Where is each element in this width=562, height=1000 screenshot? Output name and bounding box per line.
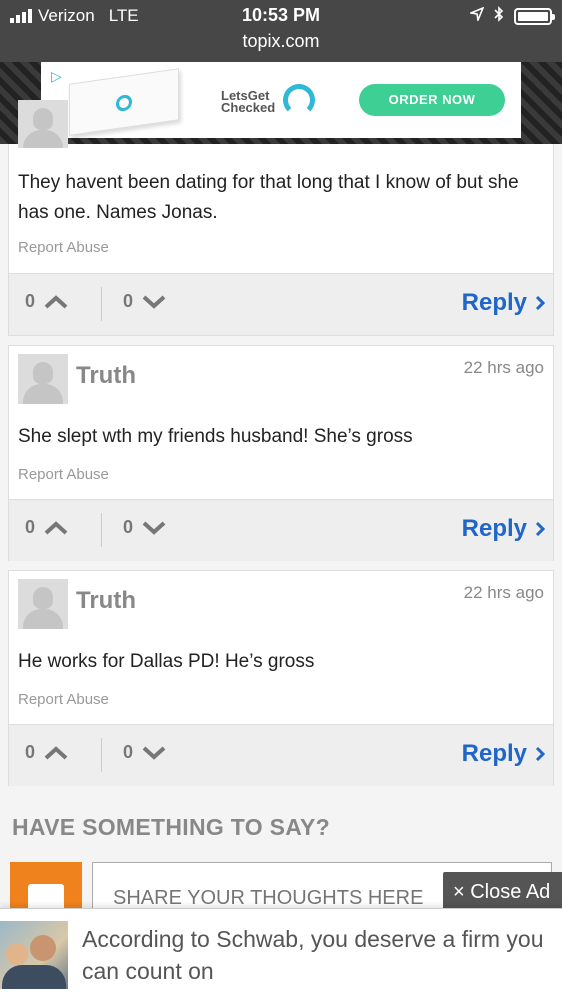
comment-card: Truth 22 hrs ago She slept wth my friend… <box>8 345 554 561</box>
comment-actions: 0 0 Reply <box>9 499 553 561</box>
order-now-button[interactable]: ORDER NOW <box>359 84 505 116</box>
upvote-button[interactable]: 0 <box>25 742 69 763</box>
vote-divider <box>101 738 102 772</box>
chevron-up-icon <box>44 520 68 534</box>
upvote-button[interactable]: 0 <box>25 517 69 538</box>
comment-author[interactable]: Truth <box>76 587 136 615</box>
reply-button[interactable]: Reply <box>462 515 545 543</box>
product-box-image <box>69 68 179 136</box>
ad-headline[interactable]: According to Schwab, you deserve a firm … <box>82 923 552 987</box>
ad-photo <box>0 921 68 989</box>
reply-label: Reply <box>461 740 527 767</box>
reply-label: Reply <box>461 515 527 542</box>
status-bar: Verizon LTE 10:53 PM topix.com <box>0 0 562 62</box>
vote-divider <box>101 513 102 547</box>
battery-icon <box>514 8 555 25</box>
upvote-button[interactable]: 0 <box>25 291 69 312</box>
comment-text: He works for Dallas PD! He’s gross <box>18 651 315 672</box>
chevron-down-icon <box>142 521 166 535</box>
comment-actions: 0 0 Reply <box>9 724 553 786</box>
chevron-right-icon <box>535 746 545 762</box>
report-abuse-link[interactable]: Report Abuse <box>18 239 109 256</box>
reply-label: Reply <box>461 289 527 316</box>
reply-button[interactable]: Reply <box>462 740 545 768</box>
report-abuse-link[interactable]: Report Abuse <box>18 466 109 483</box>
avatar <box>18 579 68 629</box>
comment-author[interactable]: Truth <box>76 362 136 390</box>
upvote-count: 0 <box>25 291 36 311</box>
downvote-count: 0 <box>123 742 134 762</box>
report-abuse-link[interactable]: Report Abuse <box>18 691 109 708</box>
downvote-count: 0 <box>123 517 134 537</box>
compose-heading: HAVE SOMETHING TO SAY? <box>12 814 330 840</box>
comment-timestamp: 22 hrs ago <box>463 358 544 377</box>
downvote-count: 0 <box>123 291 134 311</box>
top-ad[interactable]: ▷ LetsGet Checked ORDER NOW <box>41 62 521 138</box>
close-ad-button[interactable]: × Close Ad <box>443 872 562 912</box>
chevron-down-icon <box>142 295 166 309</box>
address-bar-url[interactable]: topix.com <box>0 31 562 52</box>
upvote-count: 0 <box>25 517 36 537</box>
comment-text: They havent been dating for that long th… <box>18 172 519 223</box>
reply-button[interactable]: Reply <box>462 289 545 317</box>
bluetooth-icon <box>494 6 504 27</box>
chevron-up-icon <box>44 294 68 308</box>
comment-card: They havent been dating for that long th… <box>8 100 554 336</box>
comment-timestamp: 22 hrs ago <box>463 583 544 602</box>
chevron-up-icon <box>44 745 68 759</box>
brand-logo-icon <box>283 84 315 116</box>
ad-choices-icon[interactable]: ▷ <box>51 68 62 85</box>
upvote-count: 0 <box>25 742 36 762</box>
avatar <box>18 354 68 404</box>
avatar <box>18 100 68 148</box>
chevron-down-icon <box>142 746 166 760</box>
status-icons <box>468 6 555 27</box>
downvote-button[interactable]: 0 <box>123 517 167 538</box>
comment-text: She slept wth my friends husband! She’s … <box>18 426 413 447</box>
downvote-button[interactable]: 0 <box>123 742 167 763</box>
ad-brand-name: LetsGet Checked <box>221 88 276 115</box>
downvote-button[interactable]: 0 <box>123 291 167 312</box>
comment-card: Truth 22 hrs ago He works for Dallas PD!… <box>8 570 554 786</box>
comment-actions: 0 0 Reply <box>9 273 553 335</box>
chevron-right-icon <box>535 521 545 537</box>
comment-input[interactable] <box>113 887 433 910</box>
location-icon <box>468 6 485 26</box>
bottom-ad[interactable]: According to Schwab, you deserve a firm … <box>0 908 562 1000</box>
chevron-right-icon <box>535 295 545 311</box>
vote-divider <box>101 287 102 321</box>
